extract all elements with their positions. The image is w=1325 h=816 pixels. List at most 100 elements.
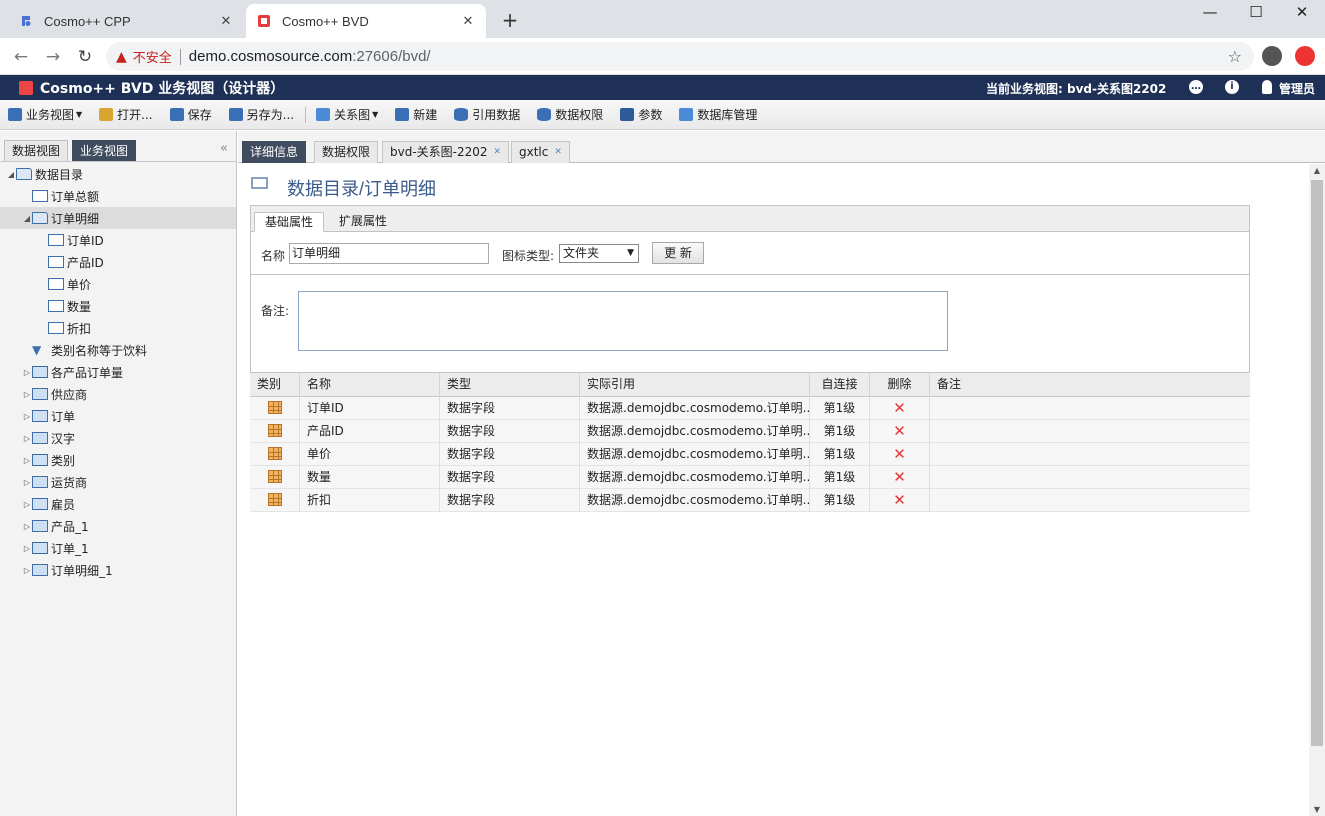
- tree-item[interactable]: 数量: [0, 295, 236, 317]
- tree-item[interactable]: ◢ 订单明细: [0, 207, 236, 229]
- browser-tab-bvd[interactable]: Cosmo++ BVD ✕: [246, 4, 486, 38]
- business-view-menu[interactable]: 业务视图 ▼: [8, 106, 82, 123]
- column-header[interactable]: 删除: [870, 373, 930, 397]
- delete-icon[interactable]: ✕: [893, 422, 906, 440]
- self-join-cell: 第1级: [810, 489, 870, 512]
- close-icon[interactable]: ✕: [218, 14, 234, 29]
- collapsed-arrow-icon[interactable]: ▷: [22, 368, 32, 377]
- collapsed-arrow-icon[interactable]: ▷: [22, 412, 32, 421]
- table-row[interactable]: 产品ID 数据字段 数据源.demojdbc.cosmodemo.订单明... 第1级…: [250, 420, 1250, 443]
- tree-item[interactable]: ▷ 订单明细_1: [0, 559, 236, 581]
- table-row[interactable]: 订单ID 数据字段 数据源.demojdbc.cosmodemo.订单明... 第1级…: [250, 397, 1250, 420]
- bookmark-star-icon[interactable]: ☆: [1228, 47, 1242, 66]
- new-tab-icon[interactable]: +: [498, 8, 522, 32]
- collapsed-arrow-icon[interactable]: ▷: [22, 522, 32, 531]
- tree-item[interactable]: 订单ID: [0, 229, 236, 251]
- collapsed-arrow-icon[interactable]: ▷: [22, 566, 32, 575]
- list-icon: [251, 177, 268, 189]
- extension-update-icon[interactable]: [1295, 46, 1315, 66]
- tree-item[interactable]: ▷ 雇员: [0, 493, 236, 515]
- table-row[interactable]: 单价 数据字段 数据源.demojdbc.cosmodemo.订单明... 第1级 ✕: [250, 443, 1250, 466]
- tab-basic-properties[interactable]: 基础属性: [254, 212, 325, 232]
- info-icon[interactable]: i: [1225, 80, 1239, 94]
- tab-diagram-2202[interactable]: bvd-关系图-2202 ✕: [382, 141, 510, 163]
- data-permission-button[interactable]: 数据权限: [537, 106, 603, 123]
- scroll-thumb[interactable]: [1311, 180, 1323, 746]
- tree-item[interactable]: ▷ 供应商: [0, 383, 236, 405]
- tree-item[interactable]: 折扣: [0, 317, 236, 339]
- database-manage-button[interactable]: 数据库管理: [679, 106, 757, 123]
- tree-item[interactable]: ▷ 类别: [0, 449, 236, 471]
- column-header[interactable]: 实际引用: [580, 373, 810, 397]
- user-name[interactable]: 管理员: [1279, 80, 1315, 97]
- collapse-panel-icon[interactable]: «: [220, 141, 228, 156]
- collapsed-arrow-icon[interactable]: ▷: [22, 478, 32, 487]
- collapsed-arrow-icon[interactable]: ▷: [22, 456, 32, 465]
- tree-item[interactable]: 单价: [0, 273, 236, 295]
- table-row[interactable]: 数量 数据字段 数据源.demojdbc.cosmodemo.订单明... 第1级 ✕: [250, 466, 1250, 489]
- detail-content: 数据目录/订单明细 基础属性 扩展属性 名称 订单明细 图标类型: 文件夹 ▼ 更…: [238, 164, 1309, 816]
- tree-item[interactable]: ▷ 产品_1: [0, 515, 236, 537]
- back-icon[interactable]: ←: [8, 44, 34, 70]
- tree-item[interactable]: ▼ 类别名称等于饮料: [0, 339, 236, 361]
- tree-item[interactable]: ▷ 汉字: [0, 427, 236, 449]
- delete-icon[interactable]: ✕: [893, 491, 906, 509]
- delete-icon[interactable]: ✕: [893, 468, 906, 486]
- tab-detail[interactable]: 详细信息: [242, 141, 307, 163]
- tab-gxtlc[interactable]: gxtlc ✕: [511, 141, 570, 163]
- tree-item[interactable]: ▷ 订单_1: [0, 537, 236, 559]
- column-header[interactable]: 备注: [930, 373, 1250, 397]
- memo-textarea[interactable]: [298, 291, 948, 351]
- vertical-scrollbar[interactable]: ▲ ▼: [1309, 164, 1325, 816]
- minimize-icon[interactable]: —: [1187, 0, 1233, 30]
- collapsed-arrow-icon[interactable]: ▷: [22, 390, 32, 399]
- collapsed-arrow-icon[interactable]: ▷: [22, 434, 32, 443]
- tree-item[interactable]: ▷ 订单: [0, 405, 236, 427]
- tab-data-view[interactable]: 数据视图: [4, 140, 69, 161]
- save-as-button[interactable]: 另存为...: [228, 106, 294, 123]
- tab-close-icon[interactable]: ✕: [494, 147, 502, 157]
- tree-item[interactable]: ▷ 运货商: [0, 471, 236, 493]
- parameter-button[interactable]: 参数: [620, 106, 662, 123]
- window-close-icon[interactable]: ✕: [1279, 0, 1325, 30]
- tree-item[interactable]: ◢ 数据目录: [0, 163, 236, 185]
- delete-icon[interactable]: ✕: [893, 445, 906, 463]
- message-icon[interactable]: …: [1189, 80, 1203, 94]
- browser-tab-cpp[interactable]: Cosmo++ CPP ✕: [8, 4, 244, 38]
- column-header[interactable]: 类型: [440, 373, 580, 397]
- reload-icon[interactable]: ↻: [72, 44, 98, 70]
- reference-data-button[interactable]: 引用数据: [454, 106, 520, 123]
- delete-icon[interactable]: ✕: [893, 399, 906, 417]
- tab-close-icon[interactable]: ✕: [554, 147, 562, 157]
- open-button[interactable]: 打开...: [99, 106, 153, 123]
- icon-type-select[interactable]: 文件夹 ▼: [559, 244, 639, 263]
- table-row[interactable]: 折扣 数据字段 数据源.demojdbc.cosmodemo.订单明... 第1级 ✕: [250, 489, 1250, 512]
- column-header[interactable]: 类别: [250, 373, 300, 397]
- expanded-arrow-icon[interactable]: ◢: [22, 214, 32, 223]
- table-icon: [32, 520, 48, 532]
- scroll-down-icon[interactable]: ▼: [1309, 805, 1325, 814]
- tab-extended-properties[interactable]: 扩展属性: [329, 212, 397, 232]
- profile-icon[interactable]: [1262, 46, 1282, 66]
- tab-business-view[interactable]: 业务视图: [72, 140, 137, 161]
- tree-item[interactable]: 订单总额: [0, 185, 236, 207]
- collapsed-arrow-icon[interactable]: ▷: [22, 544, 32, 553]
- tree-item[interactable]: 产品ID: [0, 251, 236, 273]
- expanded-arrow-icon[interactable]: ◢: [6, 170, 16, 179]
- new-button[interactable]: 新建: [395, 106, 437, 123]
- url-field[interactable]: ▲ 不安全 demo.cosmosource.com:27606/bvd/ ☆: [106, 42, 1254, 71]
- tree-item[interactable]: ▷ 各产品订单量: [0, 361, 236, 383]
- update-button[interactable]: 更 新: [652, 242, 704, 264]
- forward-icon[interactable]: →: [40, 44, 66, 70]
- close-icon[interactable]: ✕: [460, 14, 476, 29]
- diagram-menu[interactable]: 关系图 ▼: [316, 106, 378, 123]
- scroll-up-icon[interactable]: ▲: [1309, 166, 1325, 175]
- column-header[interactable]: 自连接: [810, 373, 870, 397]
- folder-icon: [32, 212, 48, 224]
- column-header[interactable]: 名称: [300, 373, 440, 397]
- collapsed-arrow-icon[interactable]: ▷: [22, 500, 32, 509]
- save-button[interactable]: 保存: [169, 106, 212, 123]
- name-field[interactable]: 订单明细: [289, 243, 489, 264]
- maximize-icon[interactable]: ☐: [1233, 0, 1279, 30]
- tab-data-permission[interactable]: 数据权限: [314, 141, 379, 163]
